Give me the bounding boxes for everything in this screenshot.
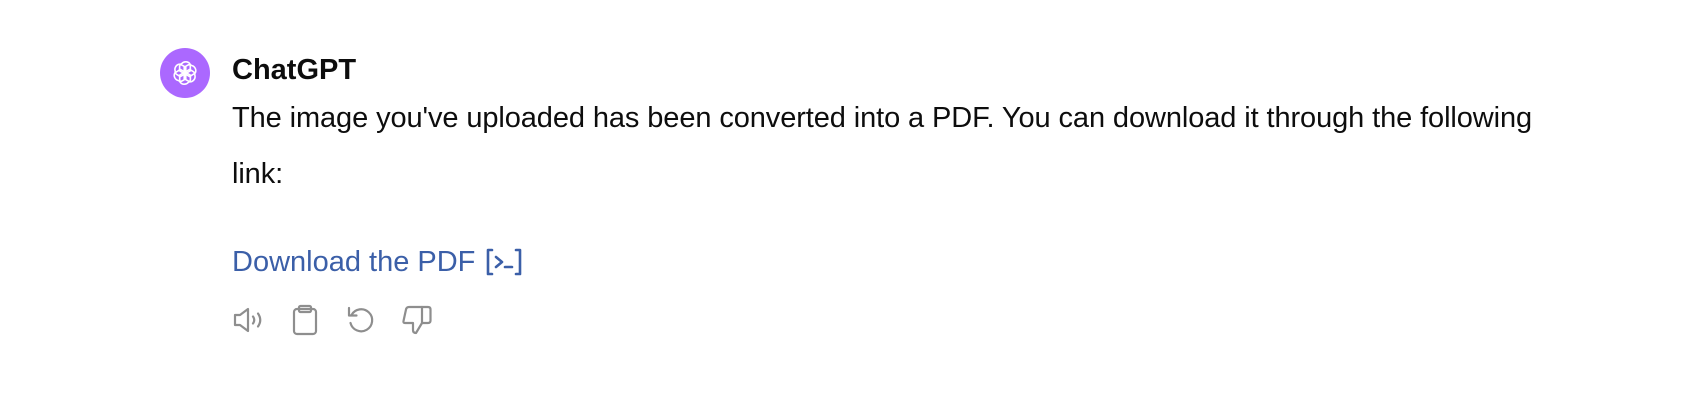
download-pdf-link[interactable]: Download the PDF bbox=[232, 242, 523, 282]
thumbs-down-icon bbox=[402, 305, 432, 335]
message-content: ChatGPT The image you've uploaded has be… bbox=[232, 48, 1552, 338]
read-aloud-button[interactable] bbox=[232, 302, 266, 338]
clipboard-icon bbox=[292, 304, 318, 336]
openai-logo-icon bbox=[173, 61, 197, 85]
bad-response-button[interactable] bbox=[400, 302, 434, 338]
assistant-avatar bbox=[160, 48, 210, 98]
download-link-row: Download the PDF bbox=[232, 242, 1552, 282]
code-interpreter-icon bbox=[485, 247, 523, 277]
message-text: The image you've uploaded has been conve… bbox=[232, 102, 1533, 190]
download-pdf-link-label: Download the PDF bbox=[232, 246, 476, 278]
refresh-icon bbox=[347, 306, 374, 333]
speaker-icon bbox=[233, 307, 262, 333]
copy-button[interactable] bbox=[288, 302, 322, 338]
assistant-message: ChatGPT The image you've uploaded has be… bbox=[160, 48, 1560, 338]
regenerate-button[interactable] bbox=[344, 302, 378, 338]
message-actions bbox=[232, 302, 1552, 338]
author-name: ChatGPT bbox=[232, 54, 357, 86]
